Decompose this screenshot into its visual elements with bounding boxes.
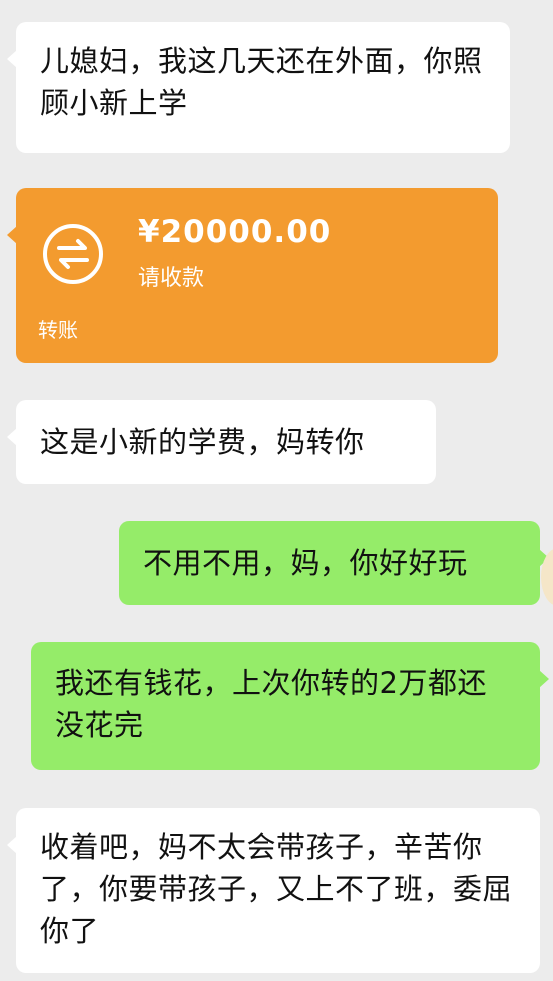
message-text: 收着吧，妈不太会带孩子，辛苦你了，你要带孩子，又上不了班，委屈你了 [40, 830, 513, 948]
chat-thread: 儿媳妇，我这几天还在外面，你照顾小新上学 ¥20000.00 请收款 转账 这是… [0, 0, 553, 981]
message-bubble-outgoing[interactable]: 不用不用，妈，你好好玩 [119, 521, 549, 605]
message-text: 儿媳妇，我这几天还在外面，你照顾小新上学 [40, 44, 483, 120]
transfer-status: 请收款 [138, 266, 205, 291]
transfer-amount: ¥20000.00 [138, 214, 332, 250]
message-text: 不用不用，妈，你好好玩 [143, 546, 468, 580]
message-text: 我还有钱花，上次你转的2万都还没花完 [55, 666, 487, 742]
message-bubble-incoming[interactable]: 这是小新的学费，妈转你 [7, 400, 436, 484]
transfer-card[interactable]: ¥20000.00 请收款 转账 [7, 188, 498, 363]
message-bubble-incoming[interactable]: 儿媳妇，我这几天还在外面，你照顾小新上学 [7, 22, 510, 153]
message-bubble-outgoing[interactable]: 我还有钱花，上次你转的2万都还没花完 [31, 642, 549, 770]
message-text: 这是小新的学费，妈转你 [40, 425, 365, 459]
transfer-arrows-icon [43, 224, 103, 284]
transfer-label: 转账 [38, 318, 78, 342]
message-bubble-incoming[interactable]: 收着吧，妈不太会带孩子，辛苦你了，你要带孩子，又上不了班，委屈你了 [7, 808, 540, 973]
